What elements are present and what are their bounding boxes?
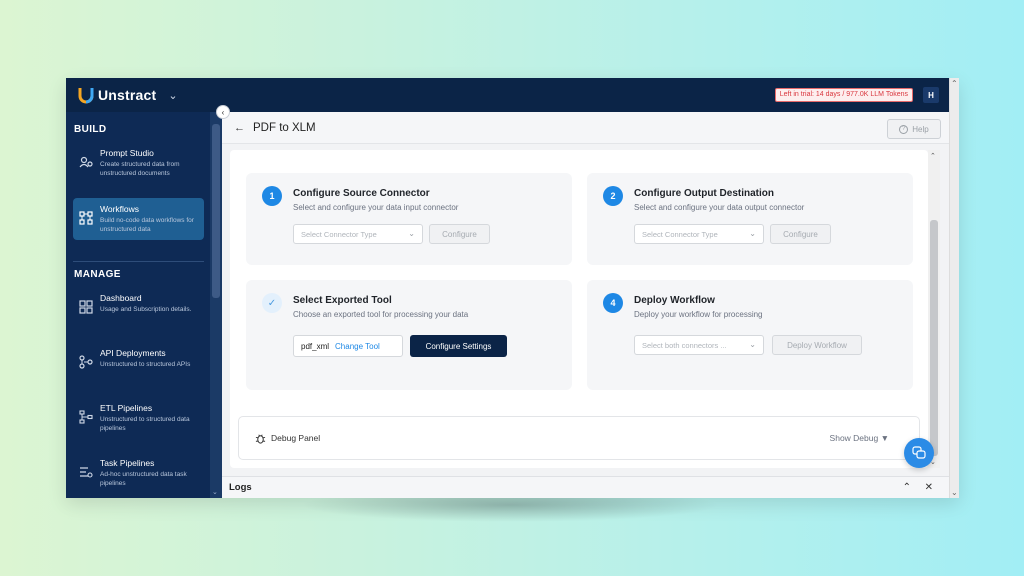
debug-panel-label: Debug Panel [271, 433, 321, 443]
chevron-down-icon: ⌄ [749, 340, 756, 349]
card-subtitle: Choose an exported tool for processing y… [293, 310, 469, 319]
output-configure-button[interactable]: Configure [770, 224, 831, 244]
change-tool-link[interactable]: Change Tool [335, 342, 380, 351]
trial-badge: Left in trial: 14 days / 977.0K LLM Toke… [774, 88, 913, 102]
app-window: Unstract ⌄ Left in trial: 14 days / 977.… [66, 78, 959, 498]
card-title: Select Exported Tool [293, 295, 392, 306]
app-name: Unstract [98, 87, 157, 103]
sidebar-section-manage: MANAGE [74, 269, 121, 280]
help-icon: ? [899, 124, 909, 134]
output-connector-select[interactable]: Select Connector Type ⌄ [634, 224, 764, 244]
card-subtitle: Deploy your workflow for processing [634, 310, 763, 319]
collapse-sidebar-icon[interactable]: ‹ [216, 105, 230, 119]
bug-icon [255, 434, 266, 444]
deploy-connector-select[interactable]: Select both connectors ... ⌄ [634, 335, 764, 355]
sidebar-item-task-pipelines[interactable]: Task Pipelines Ad-hoc unstructured data … [73, 452, 204, 494]
prompt-studio-icon [79, 156, 93, 168]
api-icon [79, 355, 93, 369]
select-placeholder: Select Connector Type [301, 229, 377, 239]
sidebar-item-etl-pipelines[interactable]: ETL Pipelines Unstructured to structured… [73, 397, 204, 439]
content-scroll-thumb[interactable] [930, 220, 938, 456]
source-connector-card: 1 Configure Source Connector Select and … [246, 173, 572, 265]
sidebar-item-label: Prompt Studio [100, 148, 154, 158]
sidebar-item-api-deployments[interactable]: API Deployments Unstructured to structur… [73, 342, 204, 375]
content-scroll-up-icon[interactable]: ⌃ [930, 152, 936, 160]
logs-label: Logs [229, 482, 252, 493]
chevron-down-icon: ⌄ [408, 229, 415, 238]
step-number-badge: 2 [603, 186, 623, 206]
debug-panel: Debug Panel Show Debug ▼ [238, 416, 920, 460]
select-placeholder: Select Connector Type [642, 229, 718, 239]
page-header: ← PDF to XLM ? Help [222, 112, 949, 144]
sidebar-divider [73, 261, 204, 262]
unstract-logo-icon [78, 88, 94, 104]
scroll-up-icon[interactable]: ⌃ [951, 79, 958, 88]
workflows-icon [79, 211, 93, 225]
sidebar-item-desc: Unstructured to structured APIs [100, 361, 191, 368]
chat-bubble-icon [912, 446, 926, 459]
task-icon [80, 467, 93, 478]
sidebar-item-desc: Usage and Subscription details. [100, 306, 192, 313]
sidebar-item-desc: Unstructured to structured data pipeline… [100, 416, 190, 432]
etl-icon [79, 410, 93, 424]
step-complete-check-icon: ✓ [262, 293, 282, 313]
sidebar-item-desc: Ad-hoc unstructured data task pipelines [100, 471, 187, 487]
sidebar-item-desc: Create structured data from unstructured… [100, 161, 180, 177]
dashboard-icon [79, 300, 93, 314]
card-title: Configure Output Destination [634, 188, 774, 199]
sidebar-scroll-thumb[interactable] [212, 124, 220, 298]
help-label: Help [912, 124, 929, 134]
page-title: PDF to XLM [253, 121, 316, 134]
scroll-down-icon[interactable]: ⌄ [951, 488, 958, 497]
exported-tool-card: ✓ Select Exported Tool Choose an exporte… [246, 280, 572, 390]
sidebar-item-label: ETL Pipelines [100, 403, 153, 413]
top-bar: Unstract ⌄ Left in trial: 14 days / 977.… [66, 78, 959, 112]
step-number-badge: 1 [262, 186, 282, 206]
sidebar-item-prompt-studio[interactable]: Prompt Studio Create structured data fro… [73, 142, 204, 184]
output-destination-card: 2 Configure Output Destination Select an… [587, 173, 913, 265]
show-debug-toggle[interactable]: Show Debug ▼ [830, 433, 889, 443]
source-connector-select[interactable]: Select Connector Type ⌄ [293, 224, 423, 244]
tool-name: pdf_xml [301, 341, 330, 351]
sidebar-item-label: Workflows [100, 204, 140, 214]
configure-settings-button[interactable]: Configure Settings [410, 335, 507, 357]
card-title: Deploy Workflow [634, 295, 715, 306]
sidebar-item-desc: Build no-code data workflows for unstruc… [100, 217, 194, 233]
sidebar-item-dashboard[interactable]: Dashboard Usage and Subscription details… [73, 287, 204, 320]
sidebar-scroll-down-icon[interactable]: ⌄ [212, 488, 218, 496]
selected-tool-box: pdf_xml Change Tool [293, 335, 403, 357]
chat-assistant-button[interactable] [904, 438, 934, 468]
card-subtitle: Select and configure your data input con… [293, 203, 459, 212]
window-scrollbar[interactable]: ⌃ ⌄ [949, 78, 959, 498]
sidebar-item-label: Dashboard [100, 293, 142, 303]
sidebar-item-label: Task Pipelines [100, 458, 155, 468]
sidebar-item-workflows[interactable]: Workflows Build no-code data workflows f… [73, 198, 204, 240]
deploy-workflow-button[interactable]: Deploy Workflow [772, 335, 862, 355]
source-configure-button[interactable]: Configure [429, 224, 490, 244]
step-number-badge: 4 [603, 293, 623, 313]
logs-bar[interactable]: Logs ⌃ ✕ [222, 476, 949, 498]
sidebar: BUILD Prompt Studio Create structured da… [66, 112, 222, 498]
deploy-workflow-card: 4 Deploy Workflow Deploy your workflow f… [587, 280, 913, 390]
user-avatar[interactable]: H [923, 87, 939, 103]
sidebar-scrollbar[interactable]: ⌄ [210, 112, 222, 498]
content-scrollbar[interactable]: ⌃ ⌄ [928, 150, 940, 468]
app-logo[interactable]: Unstract ⌄ [78, 86, 178, 104]
card-title: Configure Source Connector [293, 188, 430, 199]
sidebar-item-label: API Deployments [100, 348, 166, 358]
expand-logs-icon[interactable]: ⌃ [903, 482, 911, 493]
sidebar-section-build: BUILD [74, 124, 107, 135]
select-placeholder: Select both connectors ... [642, 340, 727, 350]
close-logs-icon[interactable]: ✕ [925, 482, 933, 493]
card-subtitle: Select and configure your data output co… [634, 203, 805, 212]
chevron-down-icon: ⌄ [749, 229, 756, 238]
back-arrow-icon[interactable]: ← [234, 122, 245, 134]
help-button[interactable]: ? Help [887, 119, 941, 139]
org-switch-chevron-icon[interactable]: ⌄ [168, 89, 177, 102]
